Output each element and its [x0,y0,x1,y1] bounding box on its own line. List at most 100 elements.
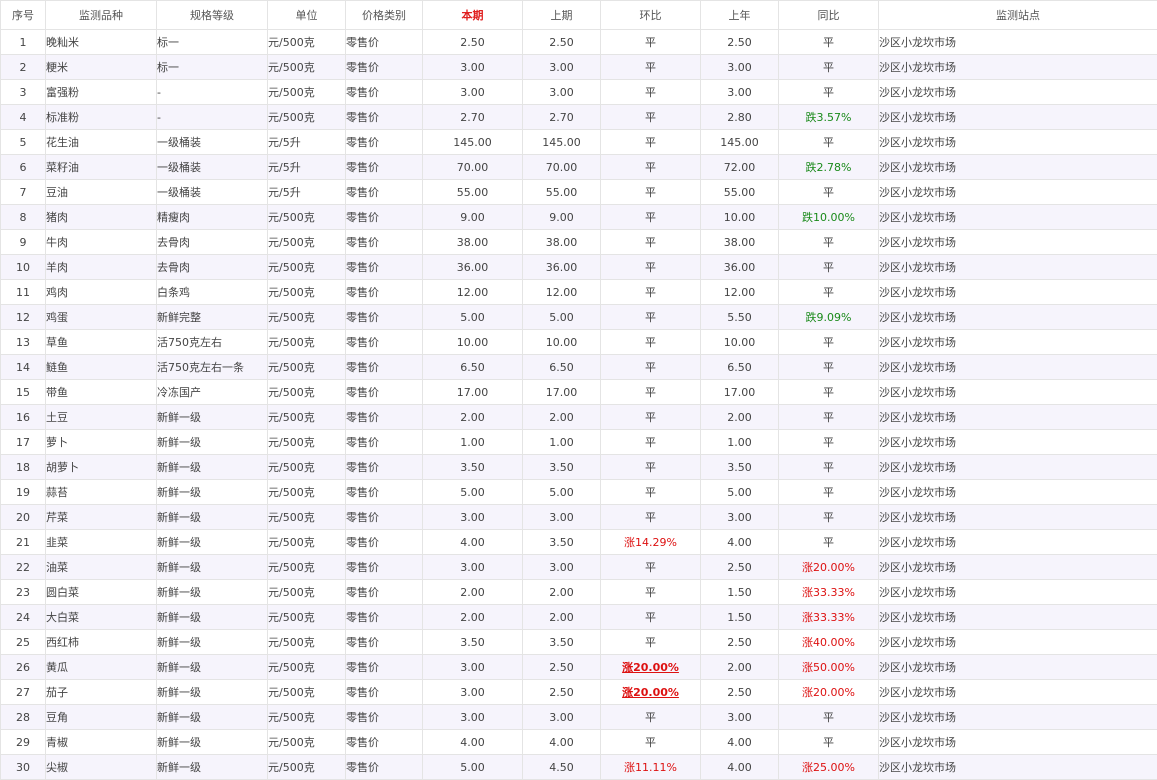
cell-unit: 元/500克 [267,329,346,355]
cell-previous: 4.00 [522,729,601,755]
table-row: 24 大白菜 新鲜一级 元/500克 零售价 2.00 2.00 平 1.50 涨33.33% 沙区… [0,604,1157,630]
cell-previous: 3.00 [522,54,601,80]
cell-unit: 元/5升 [267,179,346,205]
cell-spec: 新鲜一级 [156,604,268,630]
cell-current: 3.00 [422,54,523,80]
cell-last-year: 2.00 [700,404,779,430]
cell-last-year: 2.80 [700,104,779,130]
cell-unit: 元/500克 [267,304,346,330]
cell-yoy: 跌3.57% [778,104,879,130]
cell-no: 7 [0,179,46,205]
cell-yoy: 平 [778,54,879,80]
cell-previous: 3.00 [522,704,601,730]
cell-no: 14 [0,354,46,380]
cell-yoy: 跌2.78% [778,154,879,180]
cell-mom: 平 [600,379,701,405]
cell-current: 2.00 [422,579,523,605]
cell-no: 28 [0,704,46,730]
cell-mom: 平 [600,254,701,280]
cell-spec: 一级桶装 [156,179,268,205]
cell-previous: 3.00 [522,504,601,530]
table-row: 6 菜籽油 一级桶装 元/5升 零售价 70.00 70.00 平 72.00 跌2.78% 沙区小… [0,154,1157,180]
cell-spec: 精瘦肉 [156,204,268,230]
cell-spec: - [156,79,268,105]
table-row: 12 鸡蛋 新鲜完整 元/500克 零售价 5.00 5.00 平 5.50 跌9.09% 沙区小龙… [0,304,1157,330]
cell-site: 沙区小龙坎市场 [878,579,1157,605]
table-row: 20 芹菜 新鲜一级 元/500克 零售价 3.00 3.00 平 3.00 平沙区小龙坎市场 [0,504,1157,530]
cell-spec: 新鲜一级 [156,729,268,755]
cell-price-type: 零售价 [345,104,423,130]
cell-last-year: 1.50 [700,604,779,630]
cell-yoy: 跌10.00% [778,204,879,230]
cell-no: 17 [0,429,46,455]
cell-spec: 去骨肉 [156,229,268,255]
cell-site: 沙区小龙坎市场 [878,679,1157,705]
cell-mom: 平 [600,354,701,380]
cell-mom: 平 [600,454,701,480]
cell-unit: 元/500克 [267,29,346,55]
cell-name: 大白菜 [45,604,157,630]
cell-spec: 新鲜一级 [156,429,268,455]
cell-mom: 涨20.00% [600,679,701,705]
header-spec: 规格等级 [156,0,268,30]
cell-current: 3.00 [422,704,523,730]
cell-current: 70.00 [422,154,523,180]
cell-yoy: 平 [778,729,879,755]
cell-previous: 55.00 [522,179,601,205]
cell-mom: 平 [600,329,701,355]
cell-previous: 5.00 [522,479,601,505]
cell-yoy: 平 [778,479,879,505]
cell-site: 沙区小龙坎市场 [878,704,1157,730]
cell-last-year: 2.50 [700,554,779,580]
cell-price-type: 零售价 [345,179,423,205]
cell-price-type: 零售价 [345,154,423,180]
cell-mom: 平 [600,504,701,530]
cell-spec: 新鲜一级 [156,454,268,480]
table-row: 14 鲢鱼 活750克左右一条 元/500克 零售价 6.50 6.50 平 6.50 平沙区小龙… [0,354,1157,380]
cell-price-type: 零售价 [345,304,423,330]
cell-unit: 元/500克 [267,79,346,105]
cell-price-type: 零售价 [345,229,423,255]
cell-previous: 3.50 [522,454,601,480]
cell-mom: 涨20.00% [600,654,701,680]
cell-mom: 平 [600,104,701,130]
cell-current: 3.00 [422,679,523,705]
cell-mom: 平 [600,279,701,305]
cell-current: 145.00 [422,129,523,155]
cell-current: 4.00 [422,529,523,555]
cell-yoy: 平 [778,704,879,730]
cell-last-year: 3.00 [700,54,779,80]
cell-current: 38.00 [422,229,523,255]
cell-no: 13 [0,329,46,355]
table-row: 22 油菜 新鲜一级 元/500克 零售价 3.00 3.00 平 2.50 涨20.00% 沙区小… [0,554,1157,580]
cell-last-year: 55.00 [700,179,779,205]
cell-price-type: 零售价 [345,504,423,530]
cell-name: 菜籽油 [45,154,157,180]
cell-last-year: 36.00 [700,254,779,280]
cell-yoy: 平 [778,179,879,205]
cell-name: 豆角 [45,704,157,730]
cell-no: 26 [0,654,46,680]
cell-price-type: 零售价 [345,379,423,405]
table-row: 11 鸡肉 白条鸡 元/500克 零售价 12.00 12.00 平 12.00 平沙区小龙坎市场 [0,279,1157,305]
cell-last-year: 4.00 [700,754,779,780]
header-previous: 上期 [522,0,601,30]
cell-mom: 平 [600,204,701,230]
cell-name: 带鱼 [45,379,157,405]
cell-last-year: 2.50 [700,29,779,55]
cell-price-type: 零售价 [345,129,423,155]
cell-current: 3.00 [422,554,523,580]
cell-spec: 一级桶装 [156,129,268,155]
table-row: 13 草鱼 活750克左右 元/500克 零售价 10.00 10.00 平 10.00 平沙区小… [0,329,1157,355]
cell-yoy: 平 [778,279,879,305]
table-row: 27 茄子 新鲜一级 元/500克 零售价 3.00 2.50 涨20.00% 2.50 涨20.… [0,679,1157,705]
cell-no: 29 [0,729,46,755]
cell-current: 3.00 [422,504,523,530]
cell-site: 沙区小龙坎市场 [878,754,1157,780]
cell-spec: 活750克左右 [156,329,268,355]
table-row: 19 蒜苔 新鲜一级 元/500克 零售价 5.00 5.00 平 5.00 平沙区小龙坎市场 [0,479,1157,505]
cell-previous: 70.00 [522,154,601,180]
cell-no: 19 [0,479,46,505]
cell-yoy: 涨33.33% [778,604,879,630]
cell-site: 沙区小龙坎市场 [878,279,1157,305]
